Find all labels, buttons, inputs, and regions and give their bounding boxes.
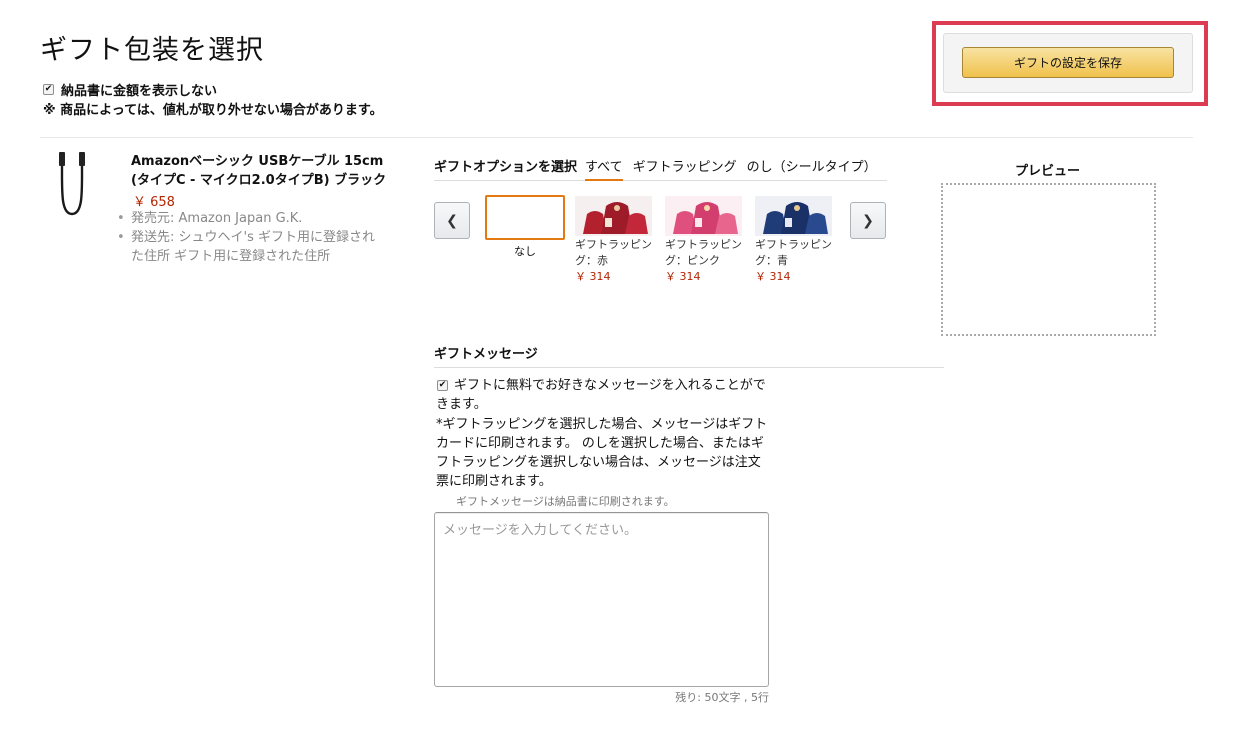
product-name[interactable]: Amazonベーシック USBケーブル 15cm (タイプC - マイクロ2.0… bbox=[131, 152, 401, 190]
hide-price-checkbox-row[interactable]: ✔ 納品書に金額を表示しない bbox=[43, 80, 217, 99]
product-meta-list: 発売元: Amazon Japan G.K. 発送先: シュウヘイ's ギフト用… bbox=[117, 209, 387, 266]
free-message-label: ギフトに無料でお好きなメッセージを入れることができます。 bbox=[436, 378, 766, 412]
gift-option-pink-price: ￥ 314 bbox=[665, 270, 701, 283]
gift-option-red-name: ギフトラッピング：赤 bbox=[575, 238, 652, 267]
gift-option-pink-name: ギフトラッピング：ピンク bbox=[665, 238, 742, 267]
price-tag-note: ※ 商品によっては、値札が取り外せない場合があります。 bbox=[43, 103, 383, 118]
tab-noshi-sticker[interactable]: のし（シールタイプ） bbox=[747, 156, 877, 179]
gift-option-pink[interactable]: ギフトラッピング：ピンク ￥ 314 bbox=[665, 196, 745, 285]
remaining-chars: 残り: 50文字 , 5行 bbox=[675, 691, 769, 704]
gift-option-blue-price: ￥ 314 bbox=[755, 270, 791, 283]
ship-to-info: 発送先: シュウヘイ's ギフト用に登録された住所 ギフト用に登録された住所 bbox=[117, 228, 387, 266]
hide-price-checkbox[interactable]: ✔ bbox=[43, 84, 54, 95]
gift-option-blue-name: ギフトラッピング：青 bbox=[755, 238, 832, 267]
highlight-frame bbox=[932, 21, 1208, 106]
gift-option-blue[interactable]: ギフトラッピング：青 ￥ 314 bbox=[755, 196, 835, 285]
gift-option-red-price: ￥ 314 bbox=[575, 270, 611, 283]
gift-options-label: ギフトオプションを選択 bbox=[434, 160, 578, 175]
gift-message-heading: ギフトメッセージ bbox=[434, 343, 944, 368]
tab-gift-wrapping[interactable]: ギフトラッピング bbox=[633, 156, 737, 179]
seller-info: 発売元: Amazon Japan G.K. bbox=[117, 209, 387, 228]
printed-note: ギフトメッセージは納品書に印刷されます。 bbox=[456, 495, 675, 508]
carousel-next-button[interactable]: ❯ bbox=[850, 202, 886, 239]
preview-box bbox=[941, 183, 1156, 336]
gift-message-input[interactable] bbox=[434, 512, 769, 687]
chevron-right-icon: ❯ bbox=[862, 212, 874, 229]
gift-option-red[interactable]: ギフトラッピング：赤 ￥ 314 bbox=[575, 196, 655, 285]
gift-option-tabs: ギフトオプションを選択 すべて ギフトラッピング のし（シールタイプ） bbox=[434, 156, 887, 181]
hide-price-label: 納品書に金額を表示しない bbox=[61, 84, 218, 99]
gift-option-none-label: なし bbox=[514, 245, 536, 258]
gift-option-none[interactable] bbox=[485, 195, 565, 240]
gift-bag-red-image bbox=[575, 196, 652, 236]
carousel-prev-button[interactable]: ❮ bbox=[434, 202, 470, 239]
gift-bag-blue-image bbox=[755, 196, 832, 236]
page-title: ギフト包装を選択 bbox=[40, 35, 264, 66]
product-price: ￥ 658 bbox=[133, 195, 175, 210]
usb-cable-image bbox=[59, 152, 85, 216]
chevron-left-icon: ❮ bbox=[446, 212, 458, 229]
preview-label: プレビュー bbox=[1015, 164, 1081, 179]
divider bbox=[40, 137, 1193, 138]
gift-bag-pink-image bbox=[665, 196, 742, 236]
gift-message-detail: *ギフトラッピングを選択した場合、メッセージはギフトカードに印刷されます。 のし… bbox=[436, 417, 768, 489]
tab-all[interactable]: すべて bbox=[585, 156, 623, 181]
